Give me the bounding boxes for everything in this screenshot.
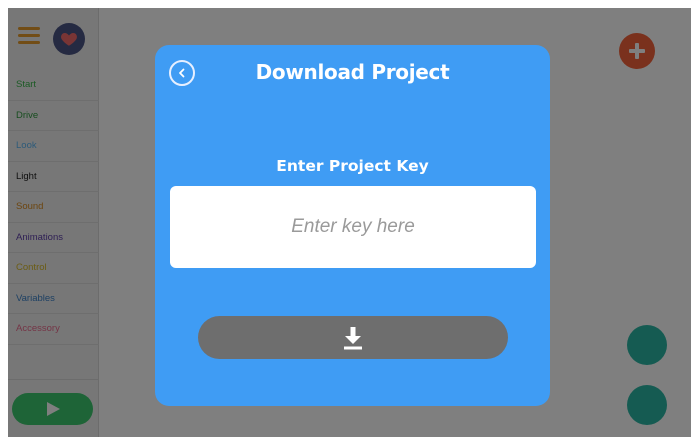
download-button[interactable]: [198, 316, 508, 359]
download-icon: [344, 326, 362, 349]
app-frame: Start Drive Look Light Sound Animations …: [8, 8, 691, 437]
dialog-title: Download Project: [255, 60, 450, 84]
download-project-dialog: Download Project Enter Project Key: [155, 45, 550, 406]
project-key-input[interactable]: [170, 186, 536, 268]
project-key-label: Enter Project Key: [276, 157, 429, 175]
